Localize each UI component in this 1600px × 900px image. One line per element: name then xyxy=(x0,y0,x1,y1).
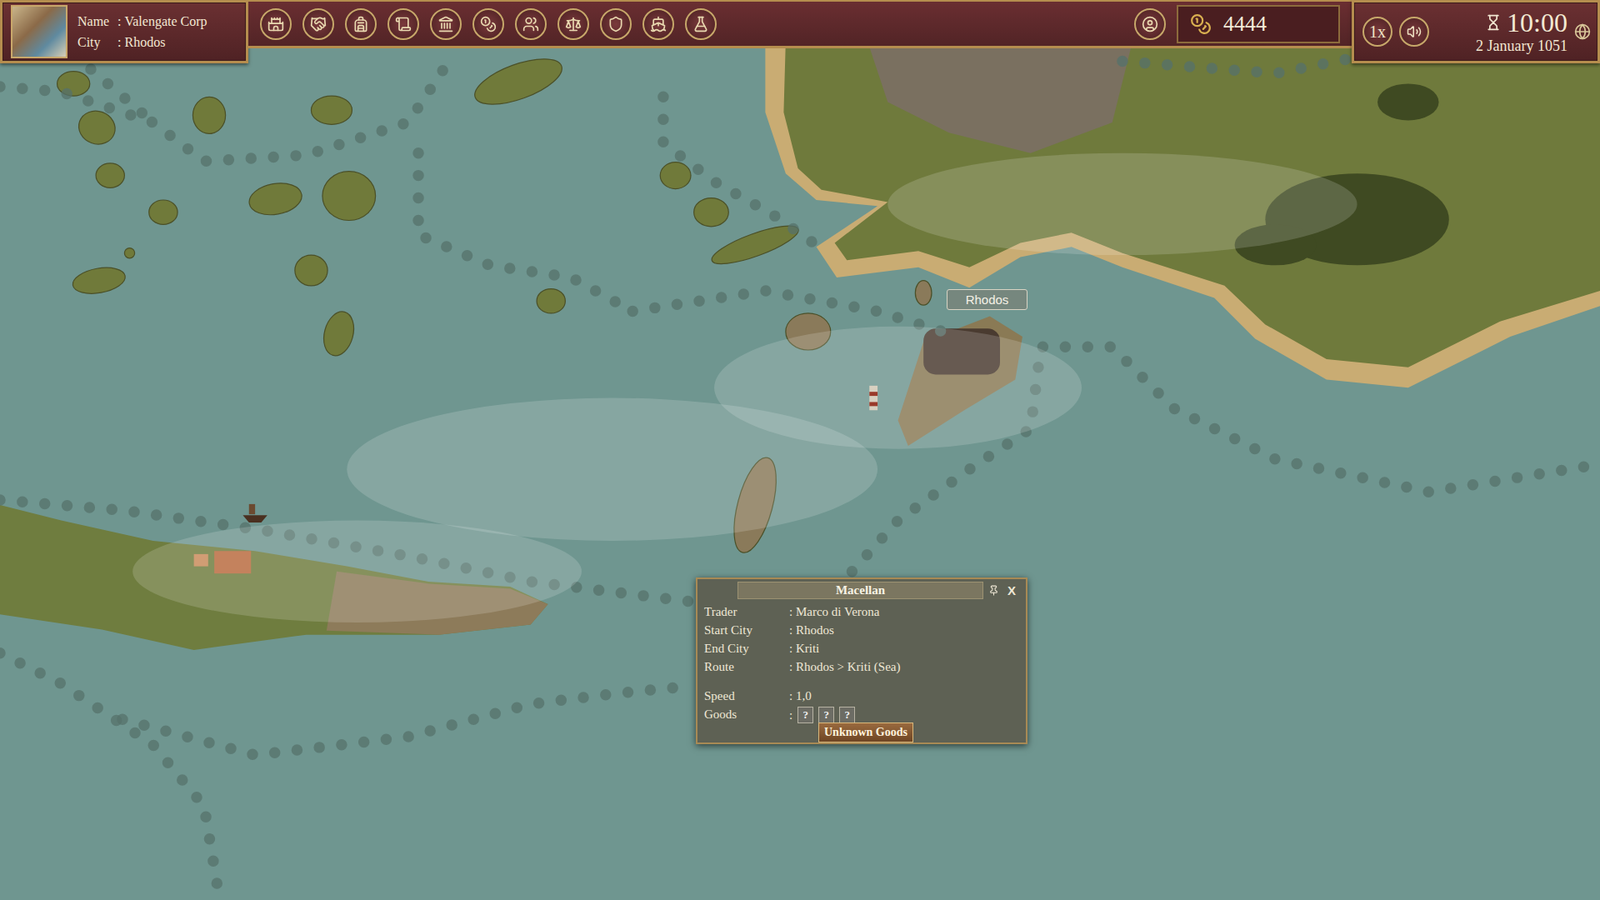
toolbar-button[interactable] xyxy=(557,8,590,40)
toolbar-button[interactable] xyxy=(515,8,547,40)
speaker-icon xyxy=(1406,24,1422,40)
toolbar-button[interactable] xyxy=(642,8,675,40)
advisor-button[interactable] xyxy=(1134,8,1166,40)
info-label: Goods xyxy=(704,706,790,724)
pin-icon[interactable] xyxy=(988,585,1000,596)
top-bar: Name:Valengate Corp City:Rhodos 4444 1x 10:0… xyxy=(0,0,1600,64)
castle-icon xyxy=(267,15,285,33)
toolbar-button[interactable] xyxy=(260,8,292,40)
goods-slot[interactable]: ? xyxy=(797,706,814,724)
trade-route xyxy=(1122,59,1347,74)
bank-icon xyxy=(437,15,455,33)
info-value: : Kriti xyxy=(789,640,1020,657)
scroll-icon xyxy=(395,15,412,33)
toolbar-button[interactable] xyxy=(600,8,632,40)
time-panel: 1x 10:002 January 1051 xyxy=(1351,0,1600,64)
ship-icon[interactable] xyxy=(242,504,267,523)
coins-icon xyxy=(1190,13,1212,35)
toolbar-button[interactable] xyxy=(685,8,717,40)
toolbar-button[interactable] xyxy=(472,8,505,40)
ship-info-panel: Macellan X Trader: Marco di Verona Start Ci… xyxy=(695,577,1028,745)
toolbar: 4444 xyxy=(248,0,1352,49)
trade-route xyxy=(418,153,633,312)
speed-button[interactable]: 1x xyxy=(1362,16,1393,47)
separator: : xyxy=(117,34,121,50)
game-time: 10:00 xyxy=(1506,9,1568,36)
scale-icon xyxy=(565,15,582,33)
info-value: : 1,0 xyxy=(789,688,1020,705)
gold-display: 4444 xyxy=(1176,5,1340,44)
info-label: Speed xyxy=(704,688,790,705)
company-portrait[interactable] xyxy=(10,5,68,59)
company-name: Valengate Corp xyxy=(124,13,207,30)
person-icon xyxy=(1141,15,1159,33)
close-button[interactable]: X xyxy=(1004,583,1020,598)
sound-button[interactable] xyxy=(1399,16,1430,47)
toolbar-button[interactable] xyxy=(430,8,462,40)
trade-route xyxy=(663,96,817,245)
hourglass-icon xyxy=(1485,14,1502,31)
game-screen: Name:Valengate CorpCity:Rhodos44441x10:0… xyxy=(0,0,1600,900)
city-label[interactable]: Rhodos xyxy=(946,289,1028,310)
lighthouse-icon xyxy=(869,385,878,410)
city-label: City xyxy=(77,34,115,50)
trade-route xyxy=(0,653,220,899)
info-label: End City xyxy=(704,640,790,657)
backpack-icon xyxy=(352,15,370,33)
ship-name: Macellan xyxy=(737,581,984,600)
company-city: Rhodos xyxy=(124,34,207,50)
goods-tooltip: Unknown Goods xyxy=(818,722,914,743)
sea-map[interactable] xyxy=(0,0,1600,900)
ship-icon xyxy=(650,15,667,33)
people-icon xyxy=(522,15,540,33)
info-label: Route xyxy=(704,659,790,675)
coins-icon xyxy=(480,15,497,33)
globe-icon[interactable] xyxy=(1574,23,1591,40)
goods-slot[interactable]: ? xyxy=(839,706,855,724)
separator: : xyxy=(117,13,121,30)
info-value: : Rhodos > Kriti (Sea) xyxy=(789,659,1020,675)
handshake-icon xyxy=(310,15,327,33)
flask-icon xyxy=(692,15,710,33)
info-value: : Marco di Verona xyxy=(789,604,1020,620)
separator: : xyxy=(789,707,793,724)
name-label: Name xyxy=(77,13,115,30)
trade-route xyxy=(0,60,450,161)
trade-route xyxy=(122,685,695,755)
toolbar-button[interactable] xyxy=(387,8,420,40)
info-label: Trader xyxy=(704,604,790,620)
gold-amount: 4444 xyxy=(1223,11,1267,37)
toolbar-button[interactable] xyxy=(302,8,335,40)
goods-slot[interactable]: ? xyxy=(818,706,835,724)
info-value: : Rhodos xyxy=(789,622,1020,639)
info-label: Start City xyxy=(704,622,790,639)
toolbar-button[interactable] xyxy=(345,8,377,40)
company-panel: Name:Valengate Corp City:Rhodos xyxy=(0,0,249,64)
shield-icon xyxy=(607,15,625,33)
game-date: 2 January 1051 xyxy=(1475,37,1568,55)
